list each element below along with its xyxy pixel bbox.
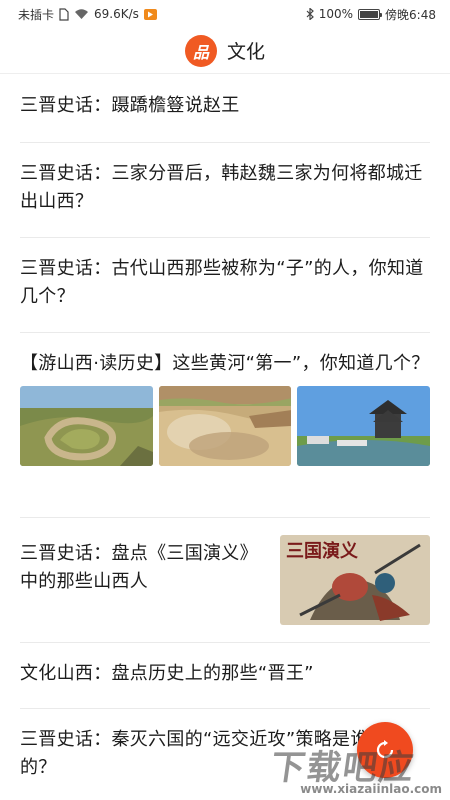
app-logo[interactable]: 品 [184, 34, 217, 67]
battery-icon [358, 8, 383, 20]
article-title: 三晋史话：盘点《三国演义》中的那些山西人 [20, 543, 258, 592]
bluetooth-icon [306, 8, 314, 20]
article-row: 三晋史话：盘点《三国演义》中的那些山西人 三国演义 [20, 535, 430, 625]
wifi-icon [74, 8, 89, 20]
battery-fill [360, 10, 379, 18]
hukou-waterfall-image [158, 386, 292, 466]
article-title: 三晋史话：蹑蹻檐簦说赵王 [20, 95, 240, 116]
status-right: 100% 傍晚6:48 [306, 6, 436, 23]
net-speed: 69.6K/s [94, 7, 139, 21]
image-caption: 三国演义 [286, 540, 358, 562]
clock: 傍晚6:48 [385, 7, 436, 22]
pavilion-image [297, 386, 431, 466]
sim-icon [59, 7, 69, 21]
article-title: 【游山西·读历史】这些黄河“第一”，你知道几个？ [20, 353, 430, 374]
carrier-text: 未插卡 [18, 7, 55, 22]
battery-percent: 100% [318, 7, 354, 21]
page-title: 文化 [226, 41, 265, 63]
article-title: 三晋史话：三家分晋后，韩赵魏三家为何将都城迁出山西？ [20, 163, 423, 212]
floating-action-button[interactable] [357, 722, 413, 778]
app-header: 品 文化 [0, 28, 450, 74]
news-feed: 三晋史话：蹑蹻檐簦说赵王 三晋史话：三家分晋后，韩赵魏三家为何将都城迁出山西？ … [0, 75, 450, 800]
thumbnail-row [20, 386, 431, 466]
list-item[interactable]: 【游山西·读历史】这些黄河“第一”，你知道几个？ [20, 333, 431, 518]
list-item[interactable]: 三晋史话：蹑蹻檐簦说赵王 [20, 75, 430, 143]
status-bar: 未插卡 69.6K/s 100% 傍晚6:48 [0, 0, 450, 28]
list-item[interactable]: 文化山西：盘点历史上的那些“晋王” [20, 643, 430, 709]
list-item[interactable]: 三晋史话：古代山西那些被称为“子”的人，你知道几个？ [20, 238, 430, 333]
list-item[interactable]: 三晋史话：三家分晋后，韩赵魏三家为何将都城迁出山西？ [20, 143, 430, 238]
article-title: 文化山西：盘点历史上的那些“晋王” [20, 663, 314, 684]
status-left: 未插卡 69.6K/s [18, 6, 157, 23]
yellow-river-bend-image [20, 386, 153, 466]
list-item[interactable]: 三晋史话：盘点《三国演义》中的那些山西人 三国演义 [20, 518, 430, 643]
three-kingdoms-image: 三国演义 [280, 535, 430, 625]
article-title: 三晋史话：古代山西那些被称为“子”的人，你知道几个？ [20, 258, 424, 307]
refresh-icon [376, 740, 394, 759]
notification-icon [143, 8, 157, 20]
logo-char: 品 [192, 42, 209, 62]
